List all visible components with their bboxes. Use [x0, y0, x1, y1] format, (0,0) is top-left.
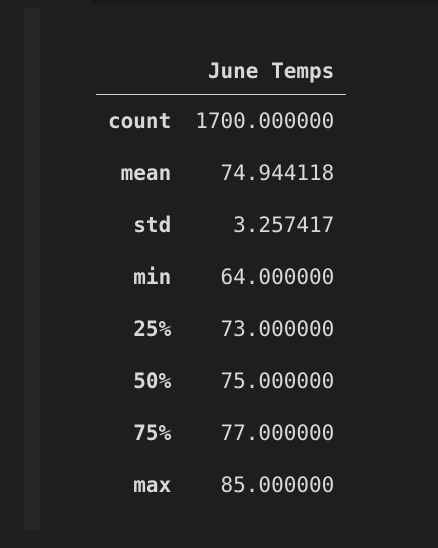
notebook-output-page: June Temps count 1700.000000 mean 74.944… — [0, 0, 438, 548]
row-label: 25% — [133, 317, 172, 341]
table-header-row: June Temps — [96, 48, 347, 95]
index-header-cell — [96, 48, 184, 95]
table-row: max 85.000000 — [96, 459, 346, 511]
table-row: count 1700.000000 — [96, 95, 346, 148]
row-value: 75.000000 — [220, 369, 335, 393]
cell-gutter — [24, 8, 40, 530]
row-value: 74.944118 — [220, 161, 335, 185]
row-label: std — [133, 213, 172, 237]
row-value: 64.000000 — [220, 265, 335, 289]
table-row: 25% 73.000000 — [96, 303, 346, 355]
row-value: 1700.000000 — [195, 109, 335, 133]
table-row: std 3.257417 — [96, 199, 346, 251]
row-label: 50% — [133, 369, 172, 393]
row-label: count — [108, 109, 172, 133]
row-label: max — [133, 473, 172, 497]
column-header: June Temps — [183, 48, 347, 95]
cell-output-area: June Temps count 1700.000000 mean 74.944… — [40, 8, 438, 530]
table-row: mean 74.944118 — [96, 147, 346, 199]
row-value: 85.000000 — [220, 473, 335, 497]
row-value: 3.257417 — [233, 213, 335, 237]
row-label: 75% — [133, 421, 172, 445]
row-label: min — [133, 265, 172, 289]
describe-table: June Temps count 1700.000000 mean 74.944… — [96, 48, 347, 511]
table-row: 50% 75.000000 — [96, 355, 346, 407]
row-label: mean — [120, 161, 172, 185]
table-row: min 64.000000 — [96, 251, 346, 303]
row-value: 73.000000 — [220, 317, 335, 341]
row-value: 77.000000 — [220, 421, 335, 445]
table-row: 75% 77.000000 — [96, 407, 346, 459]
top-edge-strip — [92, 0, 438, 4]
